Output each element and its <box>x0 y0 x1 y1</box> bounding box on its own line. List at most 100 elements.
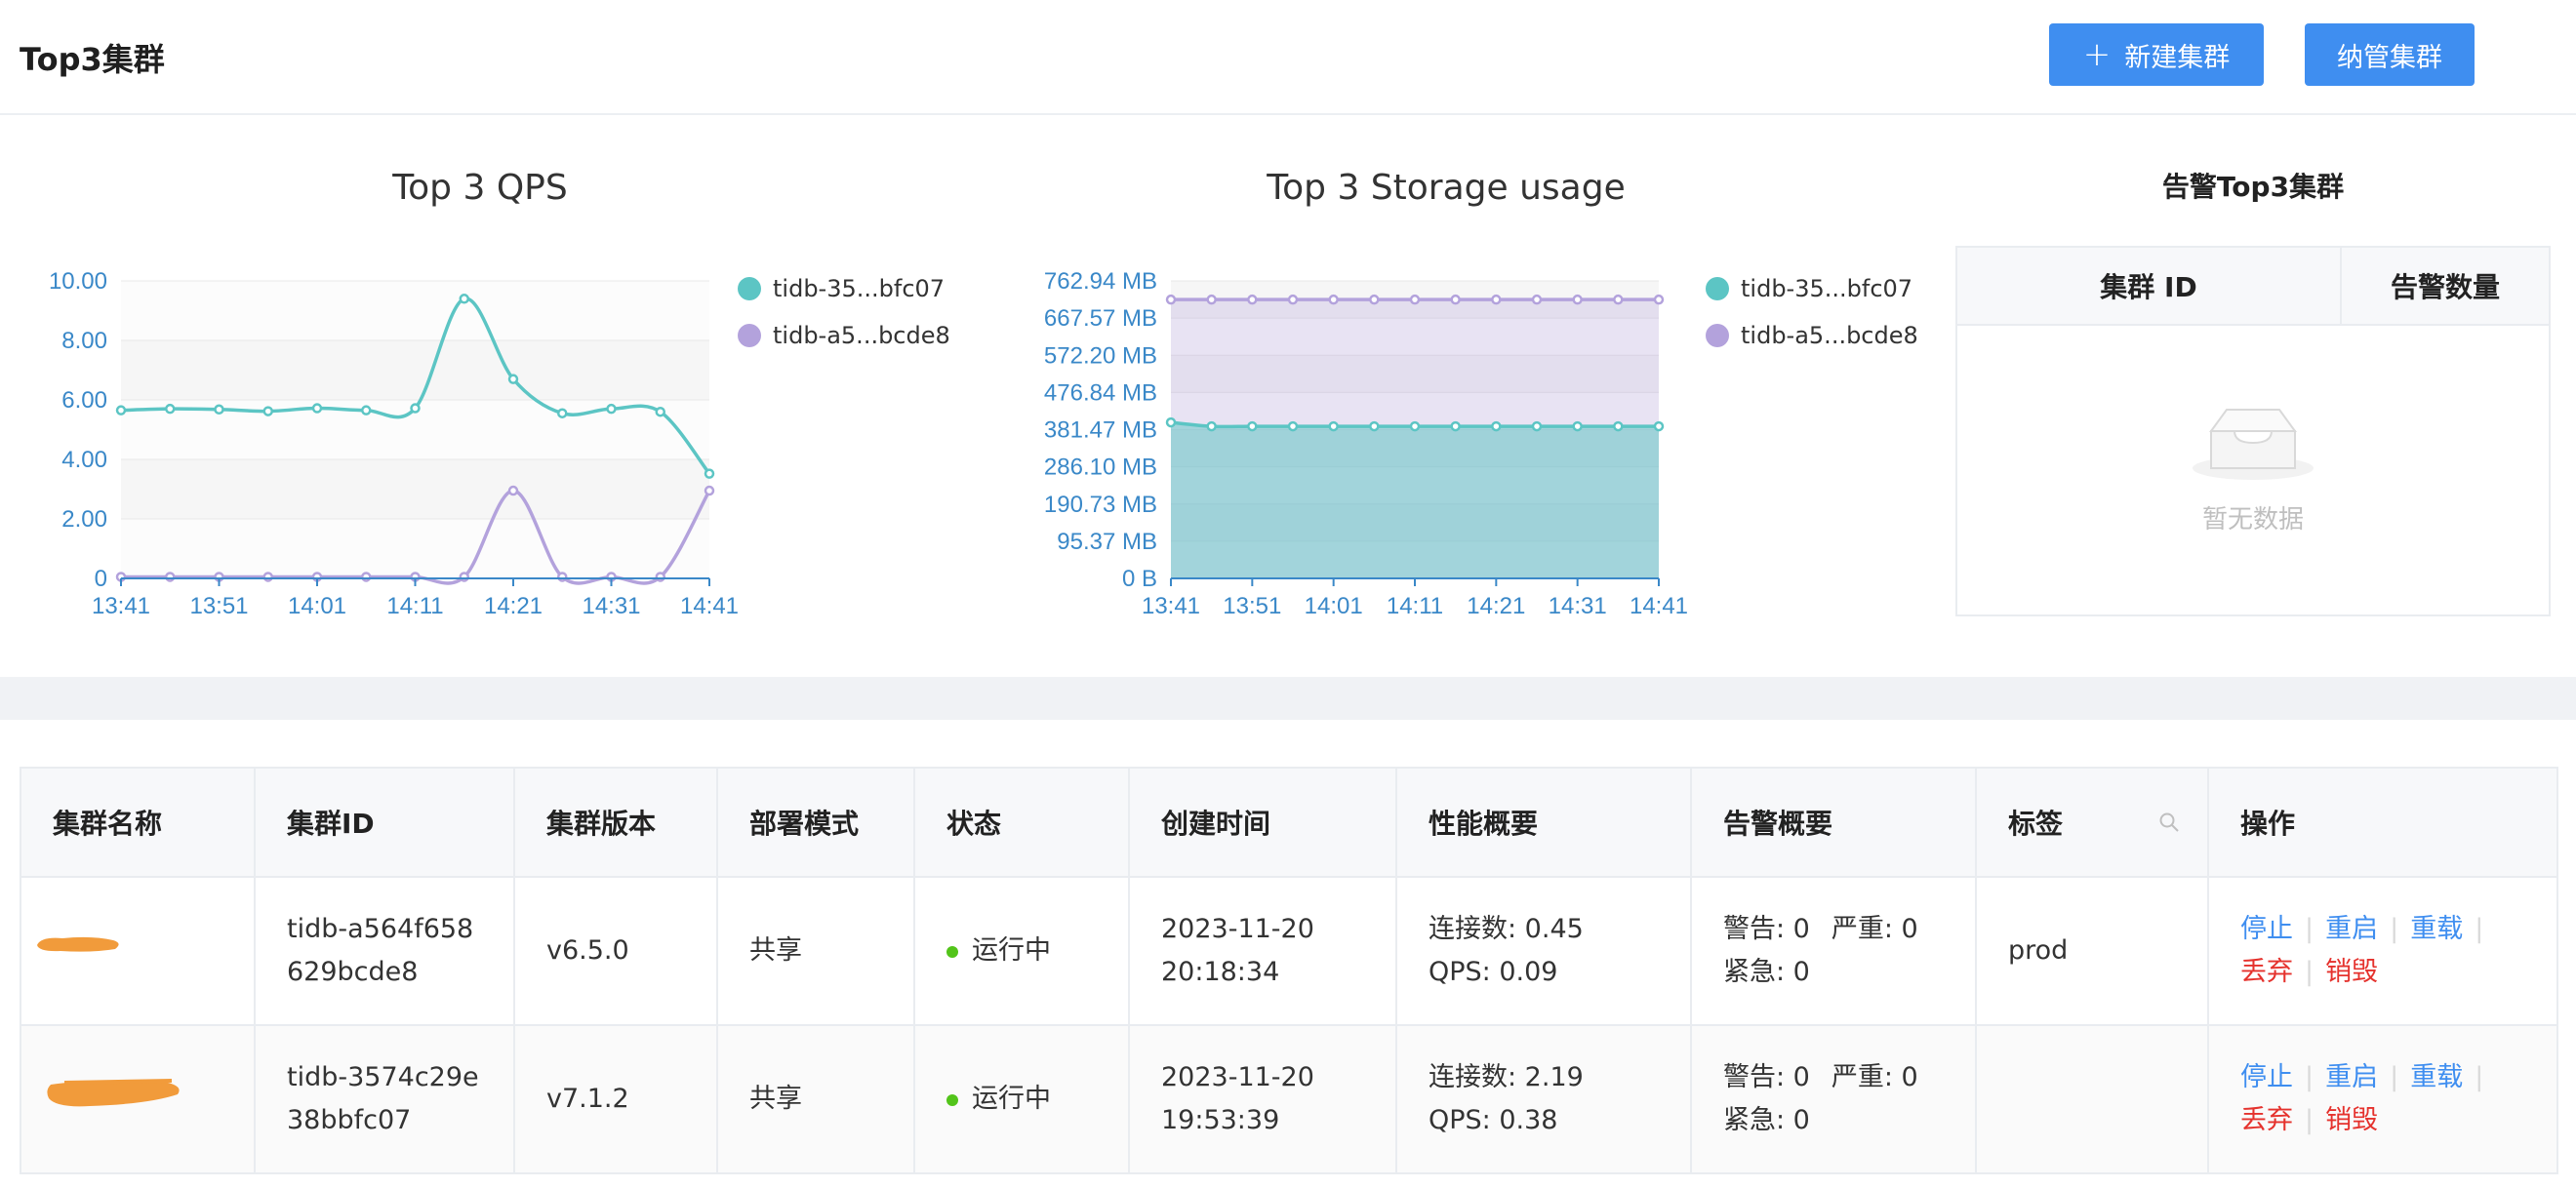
alert-col-cluster-id: 集群 ID <box>1957 248 2342 324</box>
table-row: tidb-a564f658 629bcde8 v6.5.0 共享 运行中 202… <box>20 876 2558 1026</box>
reload-link[interactable]: 重载 <box>2410 1062 2463 1092</box>
y-tick-label: 190.73 MB <box>1044 492 1157 518</box>
reload-link[interactable]: 重载 <box>2410 914 2463 944</box>
restart-link[interactable]: 重启 <box>2325 914 2378 944</box>
data-point <box>1572 294 1583 305</box>
x-tick-label: 13:41 <box>92 593 150 619</box>
data-point <box>1369 294 1380 305</box>
destroy-link[interactable]: 销毁 <box>2325 1105 2378 1135</box>
restart-link[interactable]: 重启 <box>2325 1062 2378 1092</box>
actions-cell: 停止 | 重启 | 重载 | 丢弃 | 销毁 <box>2207 1024 2558 1174</box>
data-point <box>1653 294 1665 305</box>
data-point <box>1531 294 1543 305</box>
storage-legend: tidb-35...bfc07 tidb-a5...bcde8 <box>1706 265 1918 359</box>
col-cluster-name: 集群名称 <box>20 767 256 878</box>
data-point <box>606 403 617 415</box>
data-point <box>115 405 127 416</box>
search-icon[interactable] <box>2158 812 2180 833</box>
alert-warning: 警告: 0 <box>1723 914 1810 944</box>
data-point <box>1613 420 1624 432</box>
x-tick-label: 14:21 <box>1467 593 1525 619</box>
empty-text: 暂无数据 <box>2201 505 2304 535</box>
qps-chart-title: Top 3 QPS <box>392 168 568 208</box>
new-cluster-button[interactable]: + 新建集群 <box>2049 23 2264 86</box>
x-tick-label: 13:41 <box>1142 593 1200 619</box>
legend-label: tidb-35...bfc07 <box>1741 275 1913 302</box>
stop-link[interactable]: 停止 <box>2240 914 2293 944</box>
abandon-link[interactable]: 丢弃 <box>2240 1105 2293 1135</box>
alert-warning: 警告: 0 <box>1723 1062 1810 1092</box>
manage-cluster-button[interactable]: 纳管集群 <box>2305 23 2475 86</box>
y-tick-label: 286.10 MB <box>1044 455 1157 481</box>
y-tick-label: 0 <box>95 566 107 592</box>
new-cluster-label: 新建集群 <box>2124 42 2231 73</box>
perf-connections: 连接数: 0.45 <box>1429 914 1584 944</box>
created-cell: 2023-11-20 19:53:39 <box>1128 1024 1397 1174</box>
redaction-mark <box>47 1079 180 1107</box>
created-time: 20:18:34 <box>1161 957 1280 987</box>
data-point <box>1247 294 1258 305</box>
legend-item[interactable]: tidb-35...bfc07 <box>738 265 950 312</box>
qps-chart: 0 2.00 4.00 6.00 8.00 10.00 13:41 13:51 14:01 14:… <box>49 268 739 619</box>
performance-cell: 连接数: 0.45 QPS: 0.09 <box>1395 876 1692 1026</box>
data-point <box>655 572 665 582</box>
grid-band <box>121 519 709 578</box>
data-point <box>1572 420 1583 432</box>
data-point <box>459 294 469 304</box>
abandon-link[interactable]: 丢弃 <box>2240 957 2293 987</box>
performance-cell: 连接数: 2.19 QPS: 0.38 <box>1395 1024 1692 1174</box>
col-status: 状态 <box>913 767 1130 878</box>
x-tick-label: 14:41 <box>680 593 739 619</box>
x-tick-label: 14:21 <box>484 593 543 619</box>
status-text: 运行中 <box>972 935 1051 966</box>
data-point <box>1409 294 1421 305</box>
x-tick-label: 14:11 <box>386 593 443 619</box>
storage-chart: 0 B 95.37 MB 190.73 MB 286.10 MB 381.47 MB 47… <box>1044 268 1688 619</box>
deploy-mode-cell: 共享 <box>716 876 915 1026</box>
qps-legend: tidb-35...bfc07 tidb-a5...bcde8 <box>738 265 950 359</box>
data-point <box>410 403 421 414</box>
data-point <box>459 572 469 582</box>
y-tick-label: 10.00 <box>49 268 107 295</box>
y-tick-label: 0 B <box>1122 566 1157 592</box>
grid-band <box>121 281 709 340</box>
data-point <box>214 404 224 416</box>
data-point <box>1206 294 1217 305</box>
data-point <box>507 374 519 384</box>
y-tick-label: 667.57 MB <box>1044 305 1157 332</box>
version-cell: v6.5.0 <box>513 876 718 1026</box>
legend-item[interactable]: tidb-a5...bcde8 <box>738 312 950 359</box>
perf-qps: QPS: 0.38 <box>1429 1105 1558 1135</box>
x-tick-label: 14:41 <box>1630 593 1688 619</box>
data-point <box>1491 294 1502 305</box>
stop-link[interactable]: 停止 <box>2240 1062 2293 1092</box>
data-point <box>165 403 176 415</box>
data-point <box>1369 420 1380 432</box>
legend-item[interactable]: tidb-35...bfc07 <box>1706 265 1918 312</box>
plus-icon: + <box>2082 35 2112 74</box>
y-tick-label: 572.20 MB <box>1044 342 1157 369</box>
data-point <box>1287 420 1299 432</box>
x-tick-label: 14:01 <box>1305 593 1363 619</box>
storage-chart-title: Top 3 Storage usage <box>1267 168 1626 208</box>
version-cell: v7.1.2 <box>513 1024 718 1174</box>
actions-cell: 停止 | 重启 | 重载 | 丢弃 | 销毁 <box>2207 876 2558 1026</box>
created-cell: 2023-11-20 20:18:34 <box>1128 876 1397 1026</box>
cluster-id-cell: tidb-3574c29e 38bbfc07 <box>254 1024 515 1174</box>
data-point <box>361 572 372 582</box>
legend-item[interactable]: tidb-a5...bcde8 <box>1706 312 1918 359</box>
destroy-link[interactable]: 销毁 <box>2325 957 2378 987</box>
empty-inbox-icon <box>2193 409 2314 480</box>
data-point <box>1328 294 1339 305</box>
x-tick-label: 13:51 <box>1223 593 1281 619</box>
col-created: 创建时间 <box>1128 767 1397 878</box>
y-tick-label: 381.47 MB <box>1044 417 1157 444</box>
legend-marker <box>1706 277 1729 300</box>
alert-col-count: 告警数量 <box>2390 271 2500 303</box>
col-performance: 性能概要 <box>1395 767 1692 878</box>
y-tick-label: 95.37 MB <box>1057 529 1157 555</box>
alert-top3-title: 告警Top3集群 <box>2161 171 2345 203</box>
cluster-id-line: tidb-3574c29e <box>287 1062 479 1092</box>
data-point <box>1450 294 1461 305</box>
data-point <box>507 485 519 496</box>
